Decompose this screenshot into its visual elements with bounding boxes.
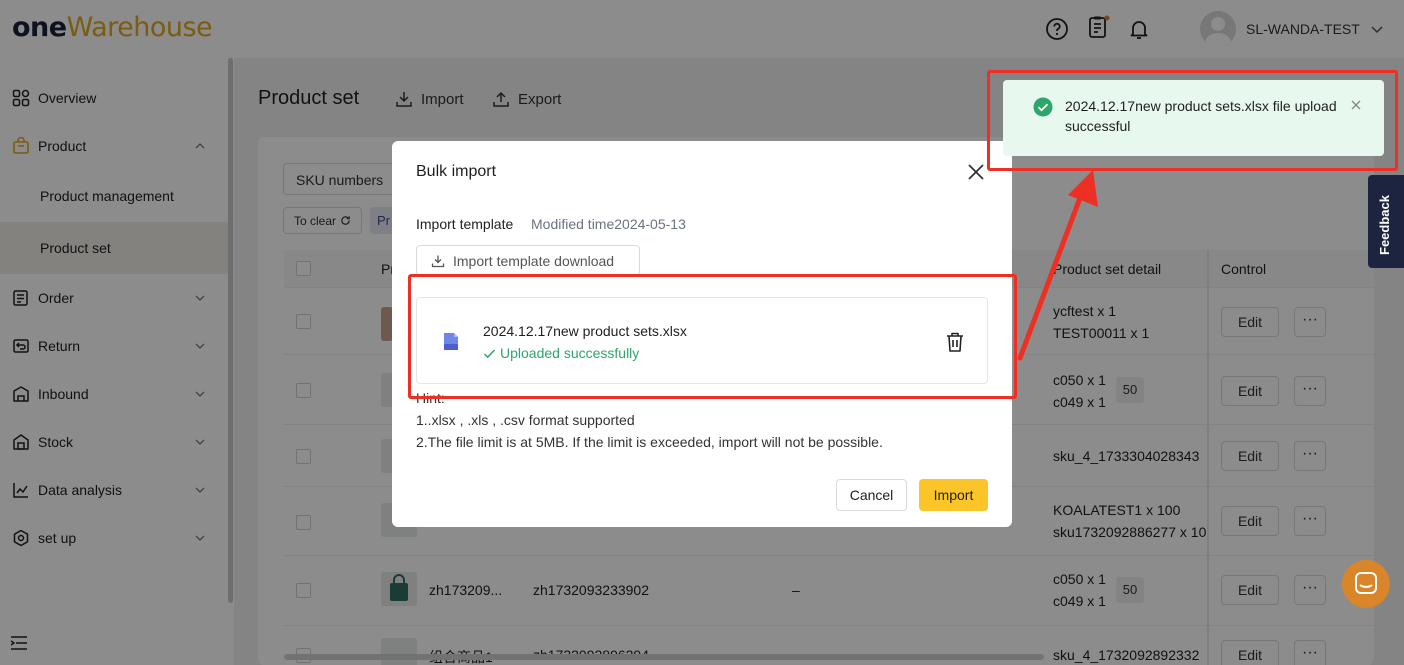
cancel-button[interactable]: Cancel <box>836 479 907 511</box>
feedback-tab[interactable]: Feedback <box>1368 175 1404 268</box>
annotation-box <box>987 70 1398 171</box>
import-template-label: Import template <box>416 216 514 232</box>
template-download-button[interactable]: Import template download <box>416 245 640 276</box>
close-icon[interactable] <box>966 162 986 182</box>
import-button[interactable]: Import <box>919 479 988 511</box>
template-download-label: Import template download <box>453 252 615 269</box>
dialog-title: Bulk import <box>416 163 497 180</box>
annotation-arrow <box>1017 170 1098 361</box>
feedback-label: Feedback <box>1377 195 1392 255</box>
template-modified-time: Modified time2024-05-13 <box>531 216 686 232</box>
download-icon <box>431 255 445 267</box>
hint-line: 2.The file limit is at 5MB. If the limit… <box>416 434 883 450</box>
chat-icon <box>1355 572 1377 594</box>
annotation-box <box>408 274 1017 399</box>
hint-line: 1..xlsx , .xls , .csv format supported <box>416 412 635 428</box>
chat-launcher[interactable] <box>1342 560 1390 608</box>
